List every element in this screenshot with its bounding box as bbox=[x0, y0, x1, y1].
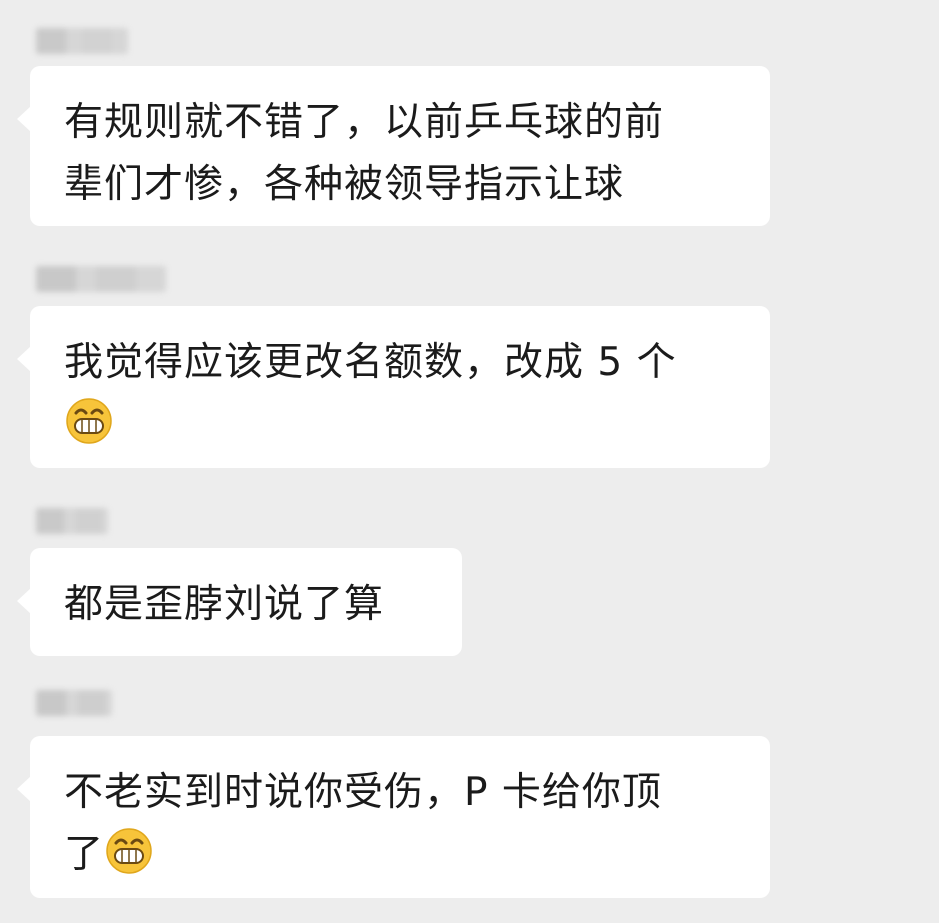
message-text: 有规则就不错了，以前乒乓球的前 bbox=[64, 100, 665, 145]
sender-name-blurred[interactable] bbox=[36, 690, 112, 716]
message-text: 我觉得应该更改名额数，改成 5 个 bbox=[64, 332, 740, 394]
message-bubble[interactable]: 不老实到时说你受伤，P 卡给你顶 了 bbox=[17, 736, 770, 898]
message-text: 不老实到时说你受伤，P 卡给你顶 bbox=[64, 770, 662, 815]
sender-name-blurred[interactable] bbox=[36, 266, 166, 292]
message-text: 都是歪脖刘说了算 bbox=[64, 582, 385, 627]
message-bubble[interactable]: 有规则就不错了，以前乒乓球的前 辈们才惨，各种被领导指示让球 bbox=[17, 66, 770, 226]
message-bubble[interactable]: 我觉得应该更改名额数，改成 5 个 bbox=[17, 306, 770, 468]
message-text: 辈们才惨，各种被领导指示让球 bbox=[64, 162, 625, 207]
message-emoji-line bbox=[64, 394, 740, 456]
sender-name-blurred[interactable] bbox=[36, 508, 108, 534]
message-text-line: 了 bbox=[64, 832, 105, 877]
message-text-line: 我觉得应该更改名额数，改成 5 个 bbox=[64, 340, 677, 385]
grinning-face-emoji-icon bbox=[66, 398, 112, 444]
sender-name-blurred[interactable] bbox=[36, 28, 128, 54]
message-bubble[interactable]: 都是歪脖刘说了算 bbox=[17, 548, 462, 656]
grinning-face-emoji-icon bbox=[106, 828, 152, 874]
message-text: 了 bbox=[64, 824, 740, 886]
